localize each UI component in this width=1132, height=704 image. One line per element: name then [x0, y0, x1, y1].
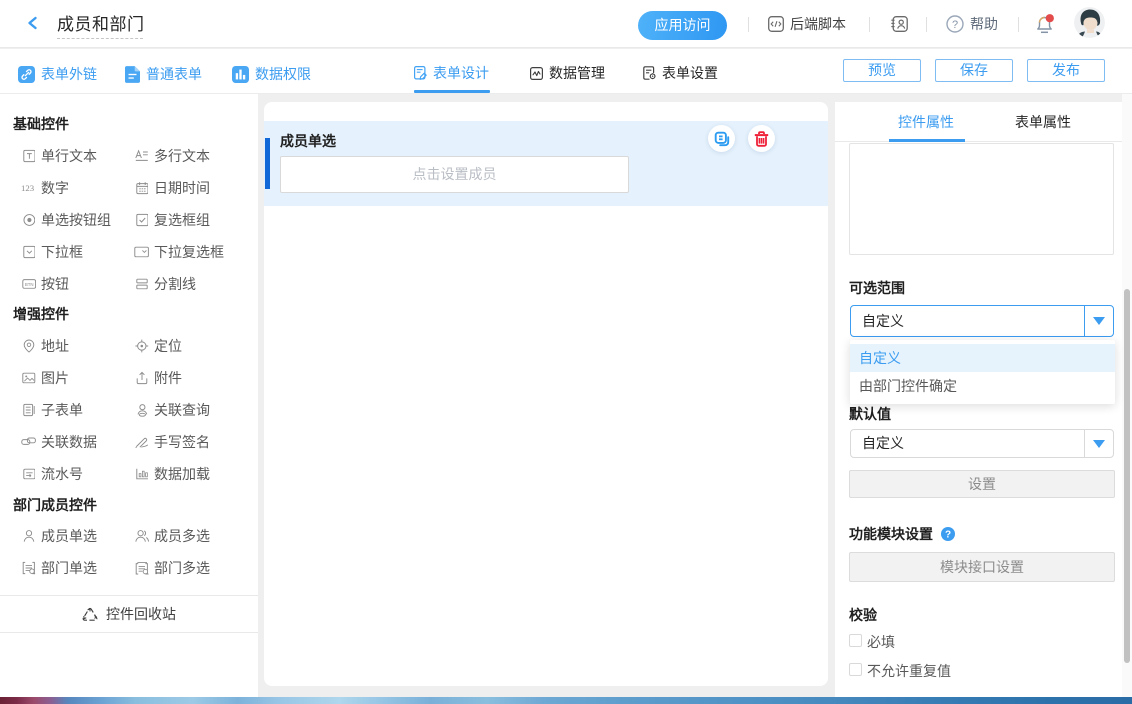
svg-text:BTN: BTN: [25, 282, 34, 287]
svg-text:123: 123: [21, 184, 35, 192]
svg-text:?: ?: [952, 19, 958, 31]
svg-text:?: ?: [945, 530, 951, 541]
